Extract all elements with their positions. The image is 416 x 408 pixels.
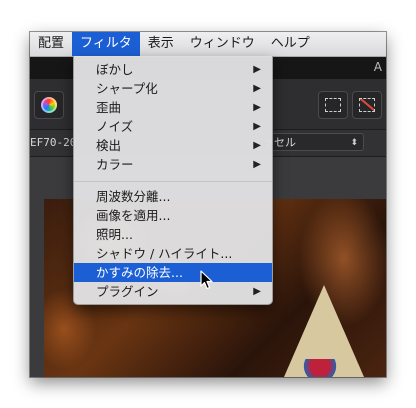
menu-item-label: ノイズ <box>96 119 134 134</box>
context-label: EF70-20 <box>30 136 77 149</box>
app-window: 配置 フィルタ 表示 ウィンドウ ヘルプ A EF70-20 ァセル ⬍ ぼかし… <box>30 32 386 377</box>
menu-item-sharpen[interactable]: シャープ化 ▶ <box>74 79 272 98</box>
menu-view[interactable]: 表示 <box>140 32 182 56</box>
menu-item-label: 周波数分離... <box>96 189 171 204</box>
title-letter: A <box>373 60 382 74</box>
menu-item-color[interactable]: カラー ▶ <box>74 155 272 174</box>
context-select[interactable]: ァセル ⬍ <box>258 133 364 151</box>
deselect-button[interactable] <box>352 91 382 119</box>
color-button[interactable] <box>34 91 64 119</box>
marquee-button[interactable] <box>318 91 348 119</box>
boat-decoration <box>300 359 340 377</box>
menu-item-label: カラー <box>96 157 134 172</box>
menu-item-label: シャドウ / ハイライト... <box>96 246 233 261</box>
menu-item-apply-image[interactable]: 画像を適用... <box>74 206 272 225</box>
menu-item-label: プラグイン <box>96 284 159 299</box>
menu-item-label: 画像を適用... <box>96 208 171 223</box>
menu-item-label: 検出 <box>96 138 122 153</box>
submenu-arrow-icon: ▶ <box>253 140 261 151</box>
submenu-arrow-icon: ▶ <box>253 83 261 94</box>
submenu-arrow-icon: ▶ <box>253 159 261 170</box>
menu-window[interactable]: ウィンドウ <box>182 32 263 56</box>
menu-item-label: かすみの除去... <box>96 265 183 280</box>
menu-item-frequency-separation[interactable]: 周波数分離... <box>74 187 272 206</box>
menu-arrange[interactable]: 配置 <box>30 32 72 56</box>
menubar: 配置 フィルタ 表示 ウィンドウ ヘルプ <box>30 32 386 57</box>
menu-filter[interactable]: フィルタ <box>72 32 140 56</box>
menu-item-label: 照明... <box>96 227 133 242</box>
menu-item-label: ぼかし <box>96 62 134 77</box>
menu-help[interactable]: ヘルプ <box>263 32 318 56</box>
menu-item-plugins[interactable]: プラグイン ▶ <box>74 282 272 301</box>
color-wheel-icon <box>41 97 57 113</box>
no-selection-icon <box>359 98 375 112</box>
submenu-arrow-icon: ▶ <box>253 102 261 113</box>
menu-item-blur[interactable]: ぼかし ▶ <box>74 60 272 79</box>
menu-item-shadows-highlights[interactable]: シャドウ / ハイライト... <box>74 244 272 263</box>
submenu-arrow-icon: ▶ <box>253 64 261 75</box>
menu-separator <box>74 181 272 182</box>
menu-item-lighting[interactable]: 照明... <box>74 225 272 244</box>
submenu-arrow-icon: ▶ <box>253 286 261 297</box>
filter-dropdown-menu: ぼかし ▶ シャープ化 ▶ 歪曲 ▶ ノイズ ▶ 検出 ▶ カラー ▶ 周波数分… <box>73 56 273 305</box>
menu-item-haze-removal[interactable]: かすみの除去... <box>74 263 272 282</box>
mouse-pointer-icon <box>200 270 213 290</box>
select-arrows-icon: ⬍ <box>350 138 358 148</box>
menu-item-distort[interactable]: 歪曲 ▶ <box>74 98 272 117</box>
menu-item-label: シャープ化 <box>96 81 158 96</box>
menu-item-noise[interactable]: ノイズ ▶ <box>74 117 272 136</box>
menu-item-label: 歪曲 <box>96 100 122 115</box>
marquee-select-icon <box>325 98 341 112</box>
menu-item-detect[interactable]: 検出 ▶ <box>74 136 272 155</box>
submenu-arrow-icon: ▶ <box>253 121 261 132</box>
